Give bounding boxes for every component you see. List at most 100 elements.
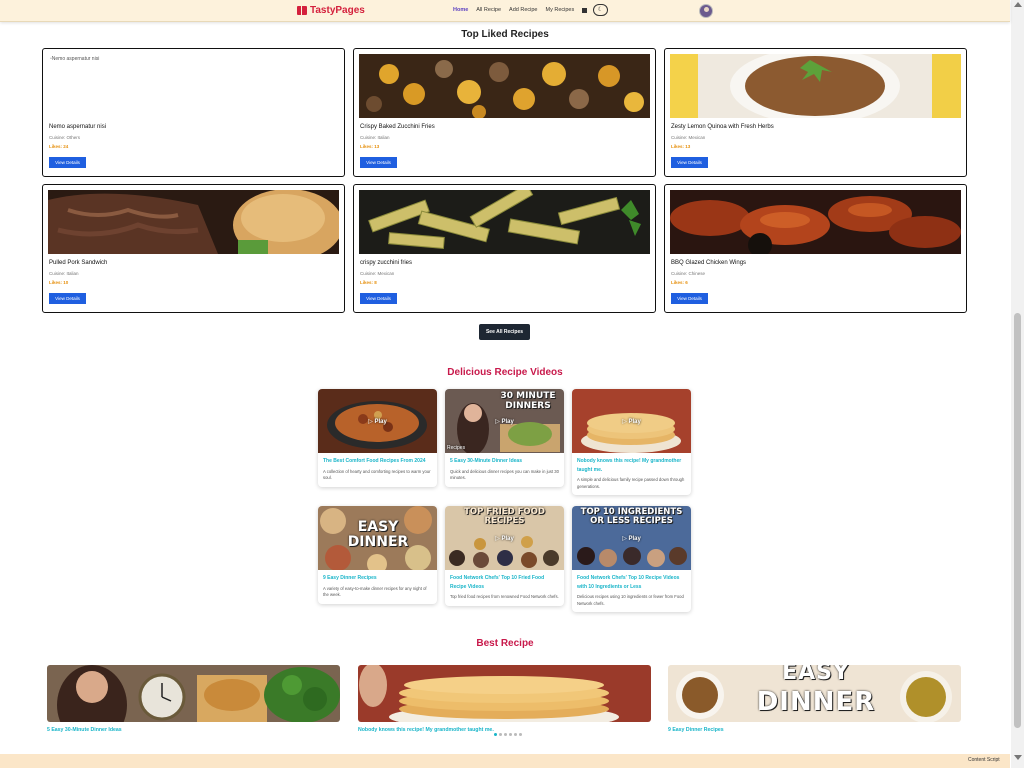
carousel-dot[interactable]: [504, 733, 507, 736]
carousel-title[interactable]: 5 Easy 30-Minute Dinner Ideas: [47, 727, 340, 733]
view-details-button[interactable]: View Details: [49, 293, 86, 304]
best-recipe-title: Best Recipe: [476, 638, 534, 649]
carousel-slide[interactable]: Nobody knows this recipe! My grandmother…: [358, 665, 651, 737]
brand-name: TastyPages: [310, 5, 365, 16]
content-script-label: Content Script: [968, 757, 1000, 763]
play-button[interactable]: ▷ Play: [572, 389, 691, 453]
carousel-pagination: [494, 733, 522, 736]
carousel-title[interactable]: 9 Easy Dinner Recipes: [668, 727, 961, 733]
recipe-image-zucchini-fries: [359, 190, 650, 254]
video-thumbnail[interactable]: EASY DINNER: [318, 506, 437, 570]
recipe-likes: Likes: 6: [671, 280, 688, 285]
thumbnail-text-easy: EASY: [357, 519, 399, 535]
view-details-button[interactable]: View Details: [671, 293, 708, 304]
view-details-button[interactable]: View Details: [360, 157, 397, 168]
nav-link-add-recipe[interactable]: Add Recipe: [509, 7, 537, 13]
recipe-card: Crispy Baked Zucchini Fries Cuisine: Ita…: [353, 48, 656, 177]
thumbnail-tag: Recipes: [447, 445, 466, 451]
recipe-likes: Likes: 13: [360, 144, 380, 149]
footer-bar: [0, 754, 1010, 768]
video-card[interactable]: ▷ Play Nobody knows this recipe! My gran…: [572, 389, 691, 495]
video-thumbnail[interactable]: TOP FRIED FOOD RECIPES ▷ Play: [445, 506, 564, 570]
carousel-dot[interactable]: [519, 733, 522, 736]
video-title[interactable]: Food Network Chefs' Top 10 Recipe Videos…: [572, 570, 691, 591]
see-all-recipes-button[interactable]: See All Recipes: [479, 324, 530, 340]
recipe-image-chicken-wings: [670, 190, 961, 254]
carousel-image[interactable]: [47, 665, 340, 722]
navbar: TastyPages Home All Recipe Add Recipe My…: [0, 0, 1010, 22]
recipe-card: BBQ Glazed Chicken Wings Cuisine: Chines…: [664, 184, 967, 313]
carousel-dot[interactable]: [499, 733, 502, 736]
video-card[interactable]: TOP 10 INGREDIENTS OR LESS RECIPES ▷ Pla…: [572, 506, 691, 612]
recipe-cuisine: Cuisine: Chinese: [671, 271, 706, 276]
video-description: Delicious recipes using 10 ingredients o…: [577, 594, 684, 606]
video-title[interactable]: 9 Easy Dinner Recipes: [318, 570, 437, 583]
recipe-card: Pulled Pork Sandwich Cuisine: Italian Li…: [42, 184, 345, 313]
video-card[interactable]: EASY DINNER 9 Easy Dinner Recipes A vari…: [318, 506, 437, 604]
thumbnail-text-dinner: DINNER: [347, 534, 409, 550]
recipe-likes: Likes: 10: [49, 280, 69, 285]
video-thumbnail[interactable]: ▷ Play: [572, 389, 691, 453]
nav-links: Home All Recipe Add Recipe My Recipes: [453, 7, 588, 13]
video-description: A simple and delicious family recipe pas…: [577, 477, 685, 489]
recipe-name: crispy zucchini fries: [360, 260, 413, 266]
recipe-image-potatoes: [359, 54, 650, 118]
video-title[interactable]: Nobody knows this recipe! My grandmother…: [572, 453, 691, 474]
view-details-button[interactable]: View Details: [671, 157, 708, 168]
play-button[interactable]: ▷ Play: [318, 389, 437, 453]
scroll-down-arrow-icon[interactable]: [1014, 755, 1022, 760]
play-button[interactable]: ▷ Play: [445, 389, 564, 453]
scroll-up-arrow-icon[interactable]: [1014, 2, 1022, 7]
video-description: A collection of hearty and comforting re…: [323, 468, 431, 481]
video-card[interactable]: TOP FRIED FOOD RECIPES ▷ Play Food Netwo…: [445, 506, 564, 606]
nav-link-home[interactable]: Home: [453, 7, 468, 13]
video-title[interactable]: The Best Comfort Food Recipes From 2024: [318, 453, 437, 466]
videos-title: Delicious Recipe Videos: [447, 367, 563, 378]
view-details-button[interactable]: View Details: [49, 157, 86, 168]
image-alt-text: Nemo aspernatur nisi: [51, 56, 100, 62]
play-button[interactable]: ▷ Play: [572, 506, 691, 570]
carousel-slide[interactable]: EASY DINNER 9 Easy Dinner Recipes: [668, 665, 961, 737]
scroll-thumb[interactable]: [1014, 313, 1021, 728]
nav-link-all-recipe[interactable]: All Recipe: [476, 7, 501, 13]
recipe-cuisine: Cuisine: Mexican: [360, 271, 395, 276]
top-liked-title: Top Liked Recipes: [461, 29, 549, 40]
recipe-likes: Likes: 13: [671, 144, 691, 149]
carousel-image[interactable]: EASY DINNER: [668, 665, 961, 722]
video-thumbnail[interactable]: ▷ Play: [318, 389, 437, 453]
recipe-name: Crispy Baked Zucchini Fries: [360, 124, 435, 130]
recipe-cuisine: Cuisine: Mexican: [671, 135, 706, 140]
nav-link-my-recipes[interactable]: My Recipes: [545, 7, 574, 13]
recipe-likes: Likes: 8: [360, 280, 377, 285]
user-avatar[interactable]: [699, 4, 713, 18]
video-card[interactable]: ▷ Play The Best Comfort Food Recipes Fro…: [318, 389, 437, 487]
slide-text-dinner: DINNER: [756, 687, 876, 717]
brand-logo[interactable]: TastyPages: [297, 5, 365, 16]
video-description: A variety of easy-to-make dinner recipes…: [323, 585, 427, 598]
recipe-image-broken: ▫Nemo aspernatur nisi: [48, 54, 339, 118]
theme-toggle-button[interactable]: ☾: [593, 4, 608, 16]
carousel-slide[interactable]: 5 Easy 30-Minute Dinner Ideas: [47, 665, 340, 737]
video-thumbnail[interactable]: TOP 10 INGREDIENTS OR LESS RECIPES ▷ Pla…: [572, 506, 691, 570]
book-icon: [297, 6, 307, 15]
recipe-image-pulled-pork: [48, 190, 339, 254]
recipe-card: ▫Nemo aspernatur nisi Nemo aspernatur ni…: [42, 48, 345, 177]
carousel-dot[interactable]: [514, 733, 517, 736]
slide-text-easy: EASY: [782, 665, 850, 685]
recipe-name: BBQ Glazed Chicken Wings: [671, 260, 747, 266]
video-description: Top fried food recipes from renowned Foo…: [450, 594, 559, 599]
video-card[interactable]: 30 MINUTE DINNERS ▷ Play Recipes 5 Easy …: [445, 389, 564, 487]
video-description: Quick and delicious dinner recipes you c…: [450, 468, 559, 481]
carousel-image[interactable]: [358, 665, 651, 722]
view-details-button[interactable]: View Details: [360, 293, 397, 304]
moon-icon: ☾: [597, 7, 604, 13]
video-title[interactable]: 5 Easy 30-Minute Dinner Ideas: [445, 453, 564, 466]
play-button[interactable]: ▷ Play: [445, 506, 564, 570]
grid-icon[interactable]: [582, 7, 588, 13]
video-thumbnail[interactable]: 30 MINUTE DINNERS ▷ Play Recipes: [445, 389, 564, 453]
recipe-image-quinoa: [670, 54, 961, 118]
page-scrollbar[interactable]: [1011, 0, 1024, 768]
carousel-dot[interactable]: [494, 733, 497, 736]
video-title[interactable]: Food Network Chefs' Top 10 Fried Food Re…: [445, 570, 564, 591]
carousel-dot[interactable]: [509, 733, 512, 736]
